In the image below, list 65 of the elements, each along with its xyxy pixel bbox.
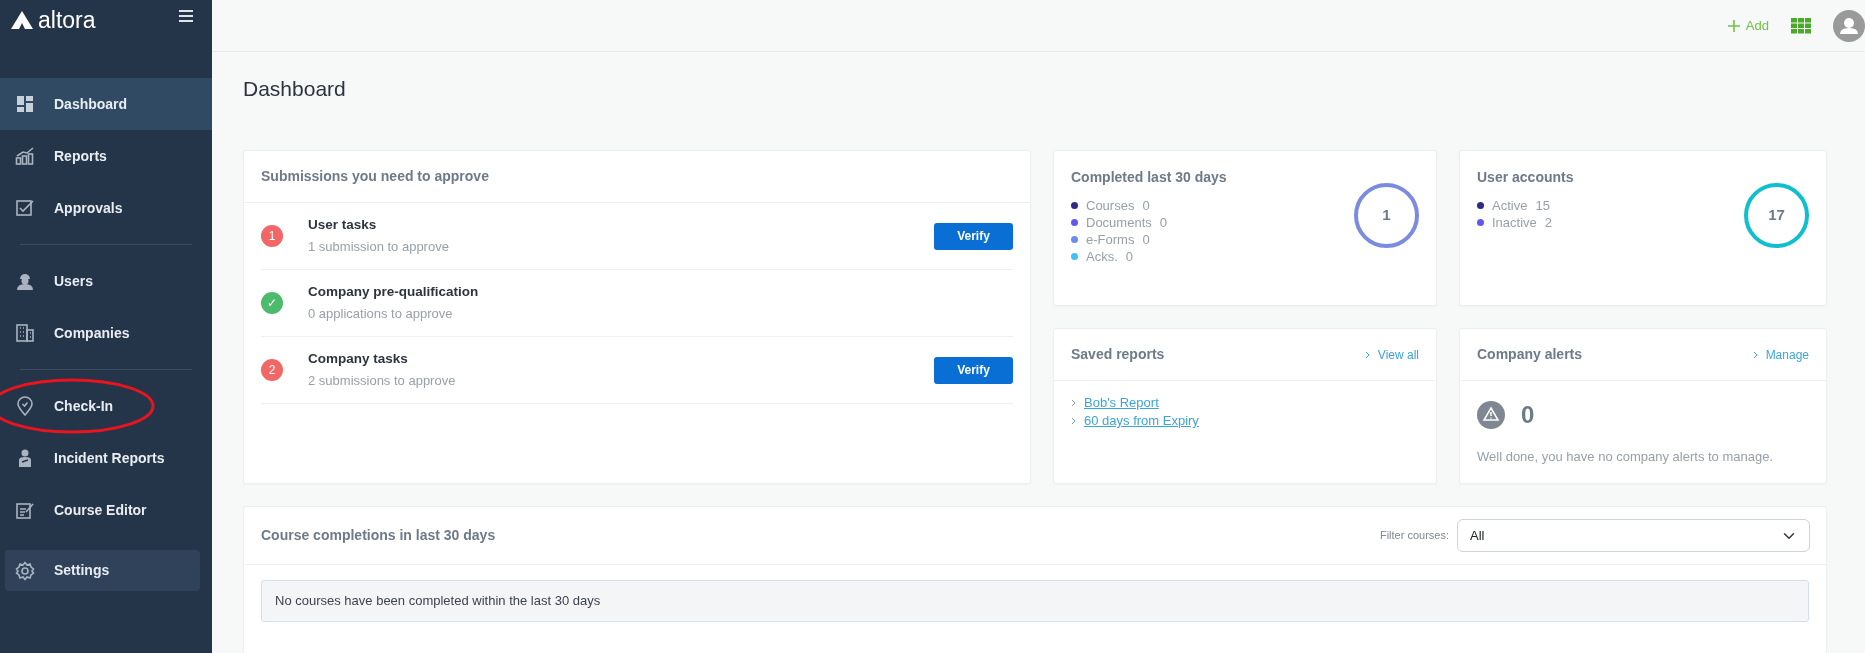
verify-button[interactable]: Verify xyxy=(934,356,1013,384)
legend-label: Inactive xyxy=(1492,213,1537,232)
legend-value: 0 xyxy=(1125,247,1134,266)
menu-icon[interactable] xyxy=(178,8,194,24)
sidebar-item[interactable]: Incident Reports xyxy=(0,432,212,484)
card-title: Course completions in last 30 days xyxy=(261,526,496,545)
row-subtitle: 2 submissions to approve xyxy=(308,372,457,391)
row-subtitle: 1 submission to approve xyxy=(308,238,450,257)
building-icon xyxy=(15,323,35,343)
legend-label: Documents xyxy=(1086,213,1152,232)
legend-value: 2 xyxy=(1544,213,1553,232)
card-title: Completed last 30 days xyxy=(1071,167,1227,187)
filter-dropdown[interactable]: All xyxy=(1457,519,1810,552)
sidebar-item[interactable]: Dashboard xyxy=(0,78,212,130)
sidebar-item[interactable]: Users xyxy=(0,255,212,307)
legend-value: 15 xyxy=(1535,196,1550,215)
logo-icon xyxy=(10,10,34,30)
filter-label: Filter courses: xyxy=(1379,528,1449,544)
sidebar-item[interactable]: Companies xyxy=(0,307,212,359)
warning-icon xyxy=(1477,401,1505,429)
sidebar-item[interactable]: Course Editor xyxy=(0,484,212,536)
bar-chart-icon xyxy=(15,146,35,166)
legend-value: 0 xyxy=(1142,230,1150,249)
sidebar-item[interactable]: Reports xyxy=(0,130,212,182)
logo-text: altora xyxy=(38,8,96,32)
legend-label: e-Forms xyxy=(1086,230,1135,249)
checkbox-icon xyxy=(15,198,35,218)
plus-icon xyxy=(1727,19,1740,32)
row-title: Company pre-qualification xyxy=(308,283,480,302)
avatar-icon[interactable] xyxy=(1833,9,1865,42)
chevron-icon xyxy=(1071,417,1076,425)
empty-message: No courses have been completed within the last 30 days xyxy=(261,580,1809,622)
legend-value: 0 xyxy=(1142,196,1150,215)
status-badge: 2 xyxy=(261,359,283,381)
chevron-icon xyxy=(1364,350,1370,359)
edit-icon xyxy=(15,500,35,520)
legend-value: 0 xyxy=(1159,213,1167,232)
sidebar-item[interactable]: Check-In xyxy=(0,380,212,432)
sidebar-item[interactable]: Settings xyxy=(5,550,200,591)
alert-count: 0 xyxy=(1521,400,1535,430)
dashboard-icon xyxy=(15,94,35,114)
card-title: Saved reports xyxy=(1071,345,1165,364)
card-title: Company alerts xyxy=(1477,345,1583,364)
legend-label: Acks. xyxy=(1086,247,1118,266)
worker-icon xyxy=(15,271,35,291)
verify-button[interactable]: Verify xyxy=(934,222,1013,250)
alert-message: Well done, you have no company alerts to manage. xyxy=(1477,448,1775,466)
chevron-icon xyxy=(1752,350,1758,359)
card-title: User accounts xyxy=(1477,167,1574,187)
legend-label: Active xyxy=(1492,196,1528,215)
total-ring: 1 xyxy=(1354,183,1419,248)
legend-label: Courses xyxy=(1086,196,1135,215)
total-ring: 17 xyxy=(1744,183,1809,248)
page-title: Dashboard xyxy=(242,76,347,102)
status-badge: ✓ xyxy=(261,292,283,314)
row-title: Company tasks xyxy=(308,350,409,369)
apps-grid-icon[interactable] xyxy=(1791,17,1811,34)
row-title: User tasks xyxy=(308,216,378,235)
row-subtitle: 0 applications to approve xyxy=(308,305,454,324)
settings-icon xyxy=(15,560,35,581)
card-title: Submissions you need to approve xyxy=(261,167,489,186)
status-badge: 1 xyxy=(261,225,283,247)
map-pin-icon xyxy=(15,396,35,416)
sidebar-item[interactable]: Approvals xyxy=(0,182,212,234)
chevron-icon xyxy=(1071,399,1076,407)
